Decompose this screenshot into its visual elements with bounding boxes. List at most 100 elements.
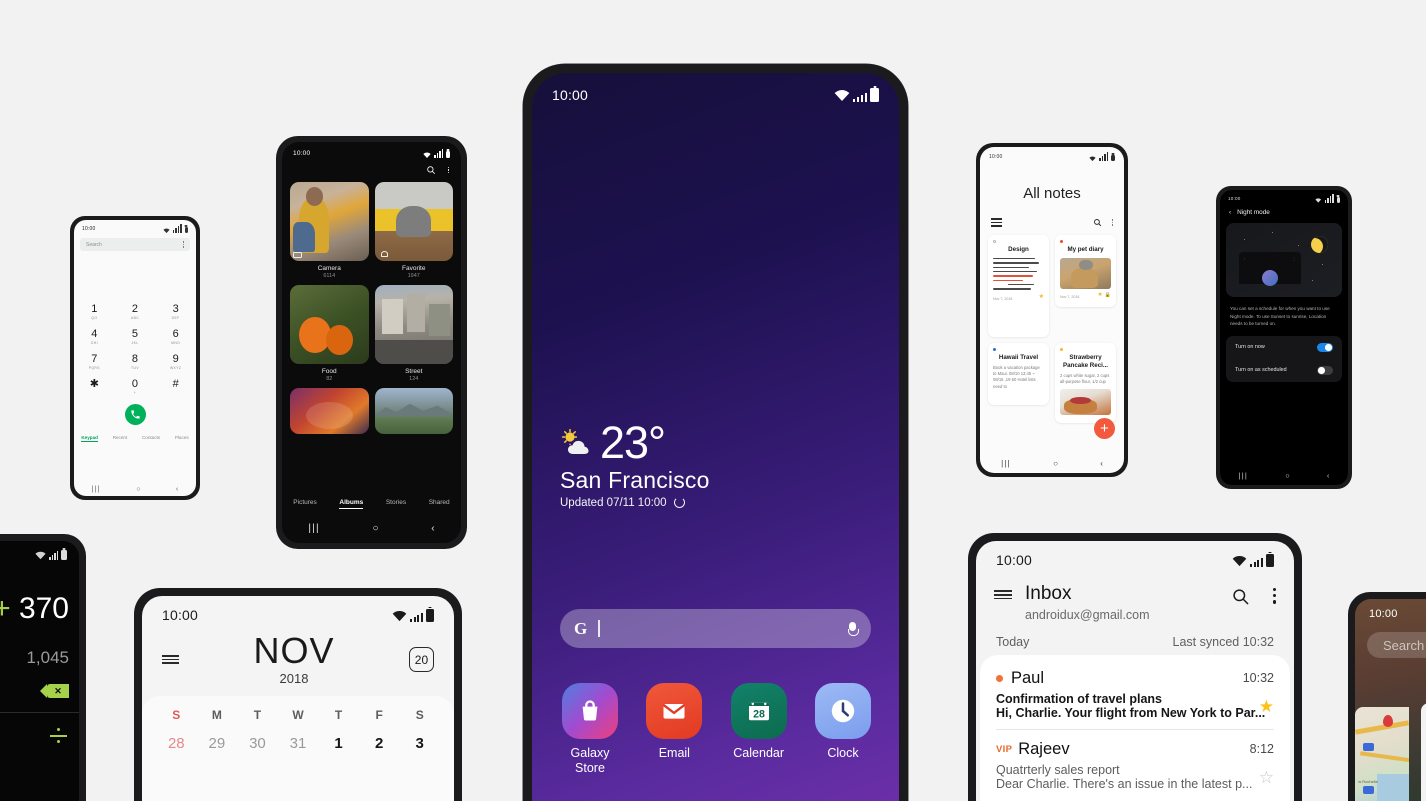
add-note-button[interactable]: +: [1094, 418, 1115, 439]
page-title: Inbox: [1025, 583, 1072, 604]
search-icon[interactable]: [1093, 218, 1102, 227]
backspace-icon[interactable]: ✕: [40, 684, 69, 698]
recents-icon[interactable]: |||: [1001, 459, 1011, 468]
tab-albums[interactable]: Albums: [339, 499, 364, 509]
dial-key[interactable]: 6 MNO: [155, 329, 196, 346]
recents-icon[interactable]: |||: [92, 486, 101, 493]
hamburger-icon[interactable]: [994, 590, 1012, 600]
dialer-preview-card[interactable]: Search 1QO: [1421, 703, 1426, 801]
calendar-day[interactable]: 31: [278, 735, 319, 752]
tab-recent[interactable]: Recent: [113, 435, 128, 442]
status-bar: 10:00: [1220, 190, 1348, 203]
home-icon[interactable]: ○: [136, 486, 140, 493]
kebab-menu-icon[interactable]: [447, 166, 449, 174]
hamburger-icon[interactable]: [162, 654, 179, 665]
note-card[interactable]: Strawberry Pancake Reci... 2 cups white …: [1055, 343, 1116, 423]
tab-keypad[interactable]: Keypad: [81, 435, 98, 442]
tab-places[interactable]: Places: [175, 435, 189, 442]
dial-key[interactable]: 9 WXYZ: [155, 354, 196, 371]
tab-shared[interactable]: Shared: [429, 499, 450, 509]
message-row[interactable]: Paul 10:32 Confirmation of travel plans …: [980, 659, 1290, 729]
message-subject: Confirmation of travel plans: [996, 691, 1162, 706]
home-icon[interactable]: ○: [1285, 471, 1290, 480]
page-title: Night mode: [1237, 209, 1270, 216]
dial-key[interactable]: ✱: [74, 379, 115, 395]
dial-key[interactable]: 0 +: [115, 379, 156, 396]
album-cell[interactable]: [374, 388, 453, 438]
signal-icon: [172, 224, 182, 233]
microphone-icon[interactable]: [848, 621, 859, 636]
back-icon[interactable]: ‹: [431, 523, 434, 534]
note-card[interactable]: Design Nov 7, 2018 ★: [988, 235, 1049, 337]
calendar-day[interactable]: 30: [237, 735, 278, 752]
dial-key[interactable]: 1QO: [74, 304, 115, 321]
note-card[interactable]: Hawaii Travel Book a vacation package to…: [988, 343, 1049, 405]
search-input[interactable]: G: [560, 609, 871, 648]
dial-key[interactable]: 3 DEF: [155, 304, 196, 321]
tab-contacts[interactable]: Contacts: [142, 435, 160, 442]
map-preview[interactable]: w Rochelle: [1355, 707, 1409, 801]
search-icon[interactable]: [1231, 587, 1250, 606]
calendar-day[interactable]: 3: [399, 735, 440, 752]
refresh-icon[interactable]: [673, 497, 685, 509]
message-row[interactable]: VIP Rajeev 8:12 Quatrterly sales report …: [980, 730, 1290, 800]
svg-text:28: 28: [753, 708, 765, 720]
status-bar: 10:00: [532, 73, 899, 103]
album-cell[interactable]: Food 82: [290, 285, 369, 382]
album-cell[interactable]: Camera 6114: [290, 182, 369, 279]
option-row[interactable]: Turn on now: [1226, 336, 1342, 359]
album-cell[interactable]: Favorite 1947: [374, 182, 453, 279]
dial-key[interactable]: 4 GHI: [74, 329, 115, 346]
album-cell[interactable]: [290, 388, 369, 438]
star-icon[interactable]: ★: [1097, 291, 1102, 298]
star-icon[interactable]: ★: [1039, 293, 1044, 300]
dial-key-letters: WXYZ: [169, 366, 182, 370]
dial-key-number: 5: [131, 328, 139, 340]
weather-widget[interactable]: 23° San Francisco Updated 07/11 10:00: [560, 420, 710, 509]
toggle-switch[interactable]: [1317, 365, 1333, 375]
album-cell[interactable]: Street 124: [374, 285, 453, 382]
dial-key[interactable]: 5 JKL: [115, 328, 156, 346]
notes-phone: 10:00 All notes Design Nov 7, 2018 ★ My …: [976, 143, 1128, 477]
today-badge[interactable]: 20: [408, 647, 434, 672]
star-icon[interactable]: ☆: [1259, 768, 1274, 788]
calendar-day[interactable]: 29: [197, 735, 238, 752]
dialer-screen: 10:00 Search 1 QO 2 ABC 3 DEF 4 GHI 5 JKL 6 MN…: [74, 220, 196, 496]
tab-stories[interactable]: Stories: [386, 499, 406, 509]
note-card[interactable]: My pet diary Nov 7, 2018 ★ 🔒: [1055, 235, 1116, 307]
toggle-switch[interactable]: [1317, 342, 1333, 352]
dial-key[interactable]: 8 TUV: [115, 354, 156, 371]
kebab-menu-icon[interactable]: [1272, 588, 1276, 604]
app-email[interactable]: Email: [638, 683, 710, 777]
back-icon[interactable]: ‹: [176, 486, 178, 493]
search-icon[interactable]: [426, 165, 436, 175]
dial-key[interactable]: 2 ABC: [115, 304, 156, 321]
tab-pictures[interactable]: Pictures: [293, 499, 316, 509]
calendar-day[interactable]: 1: [318, 735, 359, 752]
dial-key[interactable]: 1QO: [1421, 769, 1426, 792]
search-input[interactable]: Search: [80, 238, 190, 251]
star-icon[interactable]: ★: [1259, 697, 1274, 717]
kebab-menu-icon[interactable]: [1111, 219, 1113, 226]
call-button[interactable]: [124, 404, 146, 425]
app-calendar[interactable]: 28 Calendar: [723, 683, 795, 777]
search-input[interactable]: Search: [1367, 632, 1426, 658]
option-row[interactable]: Turn on as scheduled: [1226, 359, 1342, 382]
home-icon[interactable]: ○: [1053, 459, 1058, 468]
dial-key[interactable]: 7 PQRS: [74, 354, 115, 371]
note-title: My pet diary: [1067, 246, 1104, 253]
hamburger-icon[interactable]: [991, 218, 1002, 227]
home-icon[interactable]: ○: [373, 523, 379, 534]
divide-icon[interactable]: [50, 727, 67, 744]
calendar-day[interactable]: 2: [359, 735, 400, 752]
app-clock[interactable]: Clock: [807, 683, 879, 777]
back-arrow-icon[interactable]: ‹: [1229, 209, 1231, 216]
app-galaxy-store[interactable]: Galaxy Store: [554, 683, 626, 777]
dial-key[interactable]: #: [155, 379, 196, 395]
back-icon[interactable]: ‹: [1327, 471, 1330, 480]
recents-icon[interactable]: |||: [308, 523, 319, 534]
back-icon[interactable]: ‹: [1100, 459, 1103, 468]
recents-icon[interactable]: |||: [1239, 471, 1248, 480]
kebab-menu-icon[interactable]: [182, 241, 184, 248]
calendar-day[interactable]: 28: [156, 735, 197, 752]
